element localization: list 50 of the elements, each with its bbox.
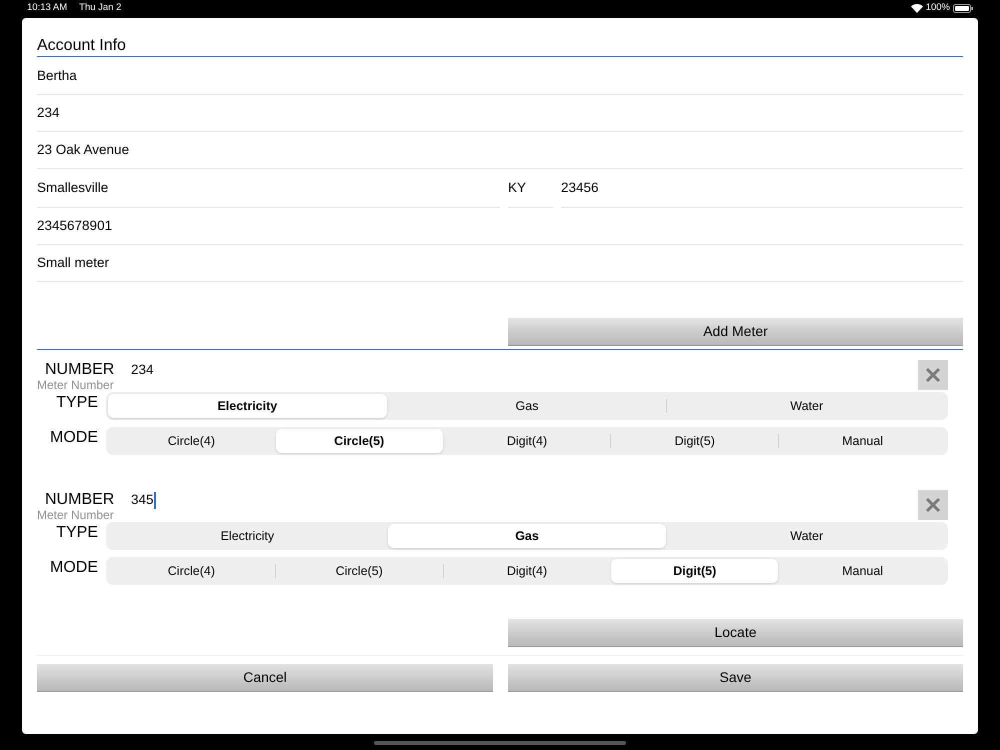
text-field[interactable]: 2345678901 bbox=[37, 208, 963, 245]
text-field[interactable]: KY bbox=[508, 169, 553, 208]
field-label: NUMBER bbox=[44, 360, 116, 380]
battery-percent: 100% bbox=[926, 1, 950, 16]
field-label: MODE bbox=[49, 558, 99, 578]
field-hint: Meter Number bbox=[37, 508, 115, 522]
segment[interactable]: Digit(5) bbox=[611, 429, 778, 453]
segment[interactable]: Circle(5) bbox=[276, 559, 443, 583]
field-label: NUMBER bbox=[44, 490, 116, 510]
number-field[interactable]: 234 bbox=[131, 360, 918, 380]
add-meter-button[interactable]: Add Meter bbox=[508, 318, 963, 346]
field-label: TYPE bbox=[55, 523, 99, 543]
cancel-button[interactable]: Cancel bbox=[37, 664, 493, 692]
segment[interactable]: Water bbox=[667, 394, 946, 418]
status-time: 10:13 AM bbox=[27, 1, 68, 16]
wifi-icon bbox=[910, 4, 923, 13]
close-icon bbox=[925, 367, 941, 383]
segment[interactable]: Digit(4) bbox=[444, 559, 610, 583]
segment[interactable]: Digit(5) bbox=[611, 559, 778, 583]
text-field[interactable]: Small meter bbox=[37, 245, 963, 282]
segment[interactable]: Manual bbox=[779, 429, 946, 453]
segment[interactable]: Gas bbox=[388, 524, 666, 548]
segment[interactable]: Electricity bbox=[108, 524, 387, 548]
field-value: 234 bbox=[131, 361, 154, 379]
text-field[interactable]: 23 Oak Avenue bbox=[37, 132, 963, 169]
segment[interactable]: Circle(4) bbox=[108, 559, 275, 583]
close-button[interactable] bbox=[918, 360, 948, 390]
segment[interactable]: Circle(5) bbox=[276, 429, 443, 453]
field-hint: Meter Number bbox=[37, 378, 115, 392]
segment[interactable]: Gas bbox=[388, 394, 666, 418]
text-field[interactable]: 23456 bbox=[561, 169, 963, 208]
section-title: Account Info bbox=[37, 36, 963, 57]
text-field[interactable]: 234 bbox=[37, 95, 963, 132]
segment[interactable]: Electricity bbox=[108, 394, 387, 418]
text-field[interactable]: Smallesville bbox=[37, 169, 500, 208]
field-label: MODE bbox=[49, 428, 99, 448]
battery-icon bbox=[953, 4, 973, 13]
field-label: TYPE bbox=[55, 393, 99, 413]
close-icon bbox=[925, 497, 941, 513]
text-field[interactable]: Bertha bbox=[37, 58, 963, 95]
field-value: 345 bbox=[131, 491, 154, 509]
save-button[interactable]: Save bbox=[508, 664, 963, 692]
segment[interactable]: Manual bbox=[779, 559, 946, 583]
segment[interactable]: Circle(4) bbox=[108, 429, 275, 453]
status-date: Thu Jan 2 bbox=[79, 1, 122, 16]
segment[interactable]: Digit(4) bbox=[444, 429, 610, 453]
close-button[interactable] bbox=[918, 490, 948, 520]
segment[interactable]: Water bbox=[667, 524, 946, 548]
locate-button[interactable]: Locate bbox=[508, 619, 963, 647]
number-field[interactable]: 345 bbox=[131, 490, 918, 510]
